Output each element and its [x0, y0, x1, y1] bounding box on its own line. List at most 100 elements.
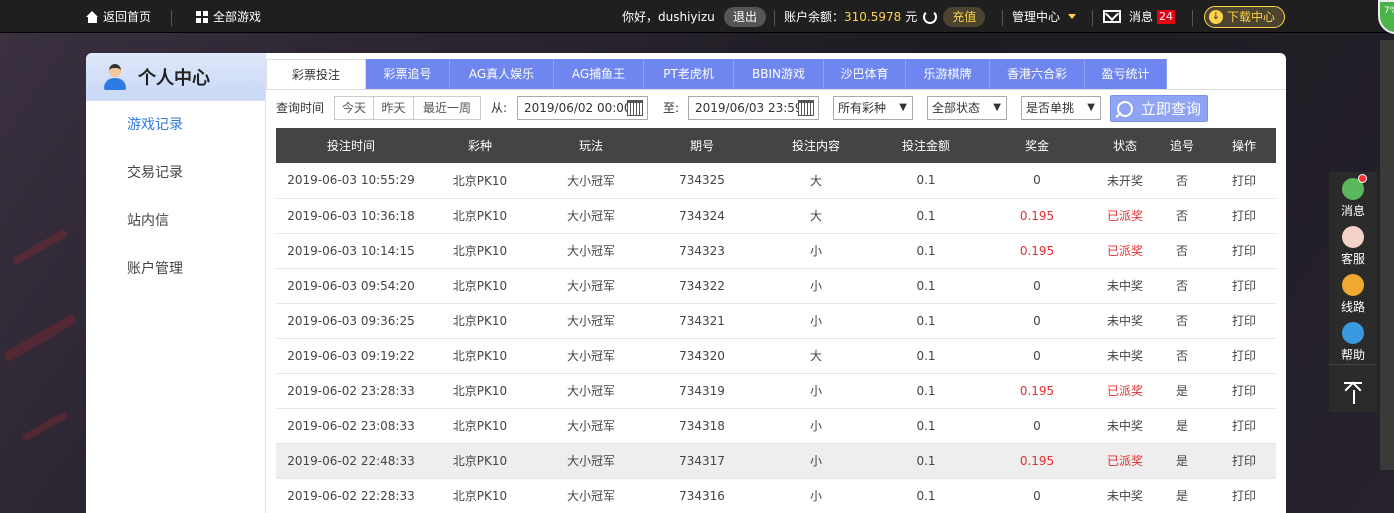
print-link[interactable]: 打印 — [1212, 408, 1276, 444]
lottery-type-select[interactable]: 所有彩种 ▼ — [833, 96, 913, 120]
download-icon: ↓ — [1209, 9, 1223, 24]
float-lines[interactable]: 线路 — [1329, 268, 1377, 316]
sidebar-item-transactions[interactable]: 交易记录 — [86, 149, 265, 197]
query-button[interactable]: 立即查询 — [1110, 95, 1208, 122]
divider — [1092, 10, 1093, 26]
tab-pt-slots[interactable]: PT老虎机 — [644, 59, 734, 89]
yesterday-button[interactable]: 昨天 — [373, 96, 414, 120]
table-cell: 北京PK10 — [426, 303, 534, 339]
col-header: 彩种 — [426, 128, 534, 163]
download-center-button[interactable]: ↓ 下载中心 — [1204, 5, 1286, 28]
back-to-top-button[interactable] — [1329, 364, 1377, 412]
table-cell: 大小冠军 — [534, 163, 648, 199]
table-cell: 0.1 — [876, 233, 976, 269]
sidebar-item-account[interactable]: 账户管理 — [86, 245, 265, 293]
messages-link[interactable]: 消息 24 — [1103, 0, 1176, 33]
mail-icon — [1103, 10, 1121, 23]
print-link[interactable]: 打印 — [1212, 198, 1276, 234]
table-row: 2019-06-03 09:54:20 北京PK10 大小冠军 734322 小 0.1 0… — [276, 268, 1276, 304]
dropdown-arrow-icon: ▼ — [1087, 102, 1095, 113]
table-row: 2019-06-03 09:36:25 北京PK10 大小冠军 734321 小 0.1 0… — [276, 303, 1276, 339]
recharge-button[interactable]: 充值 — [943, 6, 986, 27]
query-time-label: 查询时间 — [276, 101, 325, 115]
table-cell: 0.195 — [976, 443, 1098, 479]
table-cell: 小 — [756, 373, 876, 409]
divider — [1002, 10, 1003, 26]
print-link[interactable]: 打印 — [1212, 478, 1276, 513]
logout-button[interactable]: 退出 — [724, 6, 767, 27]
tab-ag-live[interactable]: AG真人娱乐 — [450, 59, 554, 89]
dropdown-arrow-icon: ▼ — [899, 102, 907, 113]
divider — [774, 10, 775, 26]
right-float-bar: 消息 客服 线路 帮助 — [1329, 172, 1377, 412]
table-cell: 0.1 — [876, 338, 976, 374]
table-cell: 是 — [1152, 373, 1212, 409]
table-cell: 0 — [976, 268, 1098, 304]
tab-lottery-bets[interactable]: 彩票投注 — [266, 59, 366, 89]
table-row: 2019-06-03 09:19:22 北京PK10 大小冠军 734320 大 0.1 0… — [276, 338, 1276, 374]
float-support[interactable]: 客服 — [1329, 220, 1377, 268]
all-games-link[interactable]: 全部游戏 — [196, 0, 261, 33]
table-cell: 否 — [1152, 268, 1212, 304]
tab-ag-fishing[interactable]: AG捕鱼王 — [554, 59, 644, 89]
status-select[interactable]: 全部状态 ▼ — [927, 96, 1007, 120]
home-link-label: 返回首页 — [103, 9, 152, 24]
table-cell: 734325 — [648, 163, 756, 199]
float-messages[interactable]: 消息 — [1329, 172, 1377, 220]
single-value: 是否单挑 — [1026, 101, 1075, 115]
messages-label: 消息 — [1129, 9, 1154, 24]
col-header: 投注时间 — [276, 128, 426, 163]
tab-hk-marksix[interactable]: 香港六合彩 — [990, 59, 1085, 89]
tab-saba-sports[interactable]: 沙巴体育 — [824, 59, 906, 89]
table-cell: 734324 — [648, 198, 756, 234]
table-cell: 2019-06-03 09:54:20 — [276, 268, 426, 304]
table-cell: 大小冠军 — [534, 373, 648, 409]
table-cell: 已派奖 — [1098, 443, 1152, 479]
table-cell: 小 — [756, 233, 876, 269]
print-link[interactable]: 打印 — [1212, 163, 1276, 199]
table-cell: 北京PK10 — [426, 443, 534, 479]
home-link[interactable]: 返回首页 — [86, 0, 151, 33]
today-button[interactable]: 今天 — [334, 96, 374, 120]
table-cell: 已派奖 — [1098, 198, 1152, 234]
support-avatar-icon — [1342, 226, 1364, 248]
table-cell: 0 — [976, 478, 1098, 513]
print-link[interactable]: 打印 — [1212, 338, 1276, 374]
query-button-label: 立即查询 — [1141, 100, 1202, 118]
table-cell: 大小冠军 — [534, 303, 648, 339]
to-label: 至: — [663, 101, 680, 115]
col-header: 追号 — [1152, 128, 1212, 163]
download-label: 下载中心 — [1227, 9, 1276, 24]
from-label: 从: — [491, 101, 508, 115]
tab-lottery-chase[interactable]: 彩票追号 — [366, 59, 450, 89]
sidebar-item-inbox[interactable]: 站内信 — [86, 197, 265, 245]
table-cell: 已派奖 — [1098, 373, 1152, 409]
print-link[interactable]: 打印 — [1212, 268, 1276, 304]
single-select[interactable]: 是否单挑 ▼ — [1021, 96, 1101, 120]
calendar-icon[interactable] — [798, 100, 814, 116]
home-icon — [86, 10, 99, 23]
calendar-icon[interactable] — [627, 100, 643, 116]
tab-leyou-chess[interactable]: 乐游棋牌 — [906, 59, 990, 89]
manage-menu[interactable]: 管理中心 — [1012, 0, 1077, 33]
sidebar-item-game-records[interactable]: 游戏记录 — [86, 101, 265, 149]
from-date-input[interactable]: 2019/06/02 00:00 — [517, 96, 648, 120]
personal-center-panel: 个人中心 游戏记录 交易记录 站内信 账户管理 彩票投注 彩票追号 AG真人娱乐… — [86, 53, 1286, 513]
arrow-up-icon — [1344, 381, 1362, 398]
print-link[interactable]: 打印 — [1212, 373, 1276, 409]
last-week-button[interactable]: 最近一周 — [413, 96, 481, 120]
print-link[interactable]: 打印 — [1212, 233, 1276, 269]
table-cell: 734322 — [648, 268, 756, 304]
to-date-input[interactable]: 2019/06/03 23:59 — [688, 96, 819, 120]
table-cell: 北京PK10 — [426, 338, 534, 374]
table-row: 2019-06-02 23:08:33 北京PK10 大小冠军 734318 小 0.1 0… — [276, 408, 1276, 444]
scrollbar[interactable] — [1380, 40, 1394, 470]
print-link[interactable]: 打印 — [1212, 443, 1276, 479]
print-link[interactable]: 打印 — [1212, 303, 1276, 339]
tab-profit-loss[interactable]: 盈亏统计 — [1085, 59, 1167, 89]
table-cell: 0.1 — [876, 303, 976, 339]
table-cell: 北京PK10 — [426, 198, 534, 234]
tab-bbin[interactable]: BBIN游戏 — [734, 59, 824, 89]
refresh-icon[interactable] — [923, 9, 938, 24]
float-help[interactable]: 帮助 — [1329, 316, 1377, 364]
